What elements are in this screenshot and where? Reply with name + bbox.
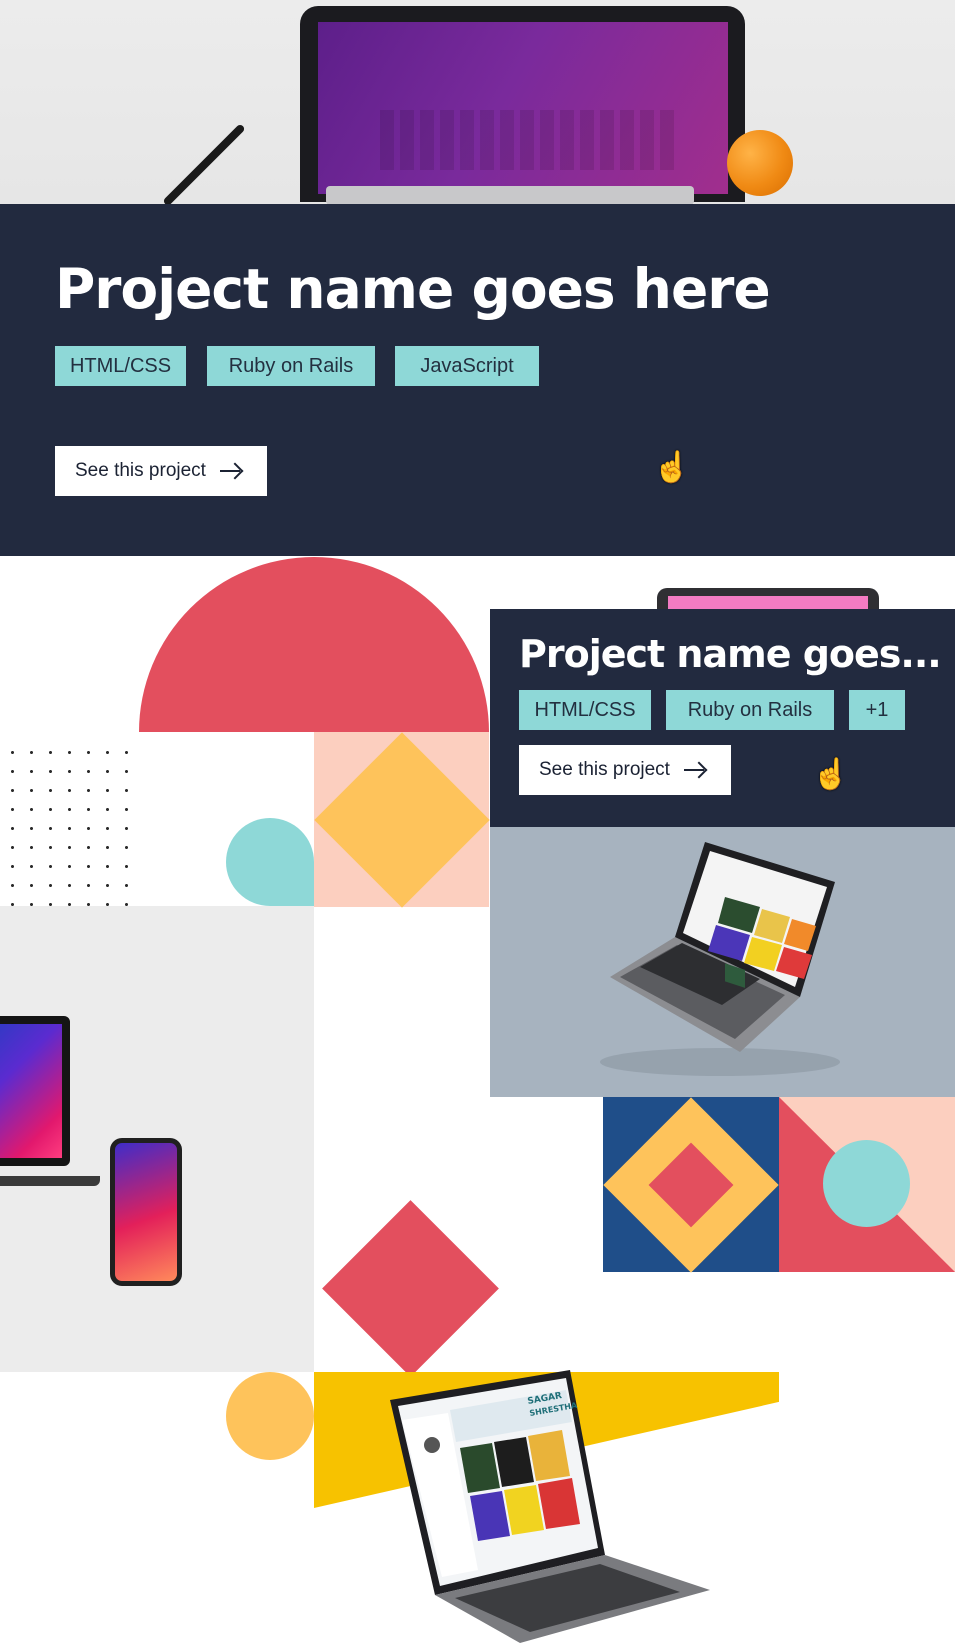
portfolio-laptop-illustration: SAGAR SHRESTHA bbox=[390, 1370, 710, 1643]
arrow-right-icon bbox=[219, 464, 242, 478]
teal-circle-shape bbox=[823, 1140, 910, 1227]
tag-html-css: HTML/CSS bbox=[55, 346, 186, 386]
project-title: Project name goes here bbox=[55, 257, 771, 321]
yellow-circle-shape bbox=[226, 1372, 314, 1460]
tag-javascript: JavaScript bbox=[395, 346, 539, 386]
orange-image bbox=[727, 130, 793, 196]
hand-pointer-icon: ☝ bbox=[812, 758, 850, 791]
see-project-button[interactable]: See this project bbox=[55, 446, 267, 496]
tag-ruby-on-rails: Ruby on Rails bbox=[207, 346, 375, 386]
hand-pointer-icon: ☝ bbox=[653, 451, 691, 484]
see-project-label: See this project bbox=[539, 759, 670, 780]
red-semicircle-shape bbox=[139, 557, 489, 732]
laptop-base bbox=[326, 186, 694, 205]
floating-laptop-illustration bbox=[600, 842, 840, 1076]
laptop-base bbox=[0, 1176, 100, 1186]
hero-photo bbox=[0, 0, 955, 205]
red-diamond-shape bbox=[322, 1200, 499, 1377]
laptop-mockup-photo bbox=[490, 827, 955, 1097]
tag-html-css: HTML/CSS bbox=[519, 690, 651, 730]
dot-grid-pattern bbox=[0, 740, 140, 910]
arrow-right-icon bbox=[683, 763, 706, 777]
laptop-screen bbox=[0, 1016, 70, 1166]
tag-more-count: +1 bbox=[849, 690, 905, 730]
laptop-keyboard-reflection bbox=[380, 110, 680, 170]
see-project-label: See this project bbox=[75, 460, 206, 481]
teal-drop-shape bbox=[226, 818, 314, 906]
tag-ruby-on-rails: Ruby on Rails bbox=[666, 690, 834, 730]
pen-image bbox=[162, 123, 246, 205]
see-project-button[interactable]: See this project bbox=[519, 745, 731, 795]
project-title-truncated: Project name goes... bbox=[519, 632, 942, 676]
phone-image bbox=[110, 1138, 182, 1286]
devices-mockup-photo bbox=[0, 906, 314, 1372]
